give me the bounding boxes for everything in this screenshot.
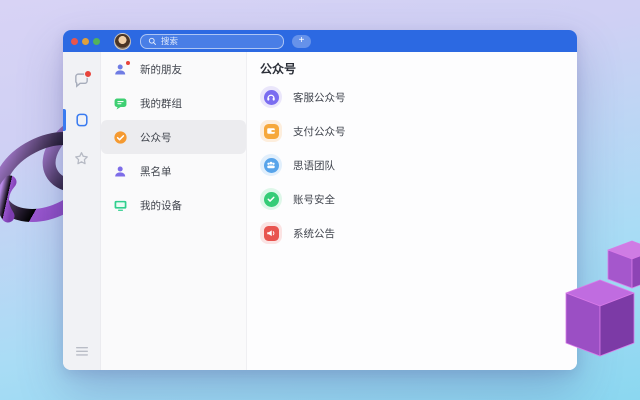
contacts-item-official-accounts[interactable]: 公众号 bbox=[101, 120, 246, 154]
contacts-item-label: 公众号 bbox=[140, 130, 172, 145]
unread-badge bbox=[84, 70, 92, 78]
contacts-book-icon bbox=[74, 112, 90, 128]
search-input[interactable]: 搜索 bbox=[140, 34, 284, 49]
account-item-label: 思语团队 bbox=[293, 158, 335, 173]
user-avatar[interactable] bbox=[114, 33, 131, 50]
devices-icon bbox=[113, 198, 128, 213]
contacts-item-new-friends[interactable]: 新的朋友 bbox=[101, 52, 246, 86]
maximize-button[interactable] bbox=[93, 38, 100, 45]
contacts-item-blacklist[interactable]: 黑名单 bbox=[101, 154, 246, 188]
account-security-icon bbox=[264, 192, 279, 207]
account-item-label: 客服公众号 bbox=[293, 90, 346, 105]
rail-item-contacts[interactable] bbox=[63, 100, 100, 139]
main-content: 公众号 客服公众号 bbox=[247, 52, 577, 370]
account-item-customer-service[interactable]: 客服公众号 bbox=[260, 80, 577, 114]
account-item-label: 支付公众号 bbox=[293, 124, 346, 139]
window-titlebar: 搜索 + bbox=[63, 30, 577, 52]
contacts-item-label: 我的设备 bbox=[140, 198, 182, 213]
team-icon bbox=[264, 158, 279, 173]
rail-item-favorites[interactable] bbox=[63, 139, 100, 178]
app-window: 搜索 + bbox=[63, 30, 577, 370]
contacts-item-label: 新的朋友 bbox=[140, 62, 182, 77]
magnifier-icon bbox=[148, 37, 157, 46]
account-item-account-security[interactable]: 账号安全 bbox=[260, 182, 577, 216]
navigation-rail bbox=[63, 52, 101, 370]
rail-item-chats[interactable] bbox=[63, 61, 100, 100]
contacts-item-groups[interactable]: 我的群组 bbox=[101, 86, 246, 120]
desktop-background: 搜索 + bbox=[0, 0, 640, 400]
hamburger-menu-icon bbox=[76, 347, 88, 356]
account-item-team[interactable]: 思语团队 bbox=[260, 148, 577, 182]
new-friends-icon bbox=[113, 62, 128, 77]
contacts-item-devices[interactable]: 我的设备 bbox=[101, 188, 246, 222]
search-placeholder: 搜索 bbox=[161, 35, 178, 48]
minimize-button[interactable] bbox=[82, 38, 89, 45]
account-item-label: 账号安全 bbox=[293, 192, 335, 207]
contacts-item-label: 黑名单 bbox=[140, 164, 172, 179]
account-item-payment[interactable]: 支付公众号 bbox=[260, 114, 577, 148]
plus-icon: + bbox=[299, 35, 305, 47]
contacts-item-label: 我的群组 bbox=[140, 96, 182, 111]
customer-service-icon bbox=[264, 90, 279, 105]
new-friends-badge bbox=[126, 61, 131, 66]
official-accounts-icon bbox=[113, 130, 128, 145]
contacts-panel: 新的朋友 我的群组 bbox=[101, 52, 247, 370]
page-title: 公众号 bbox=[260, 62, 577, 76]
star-icon bbox=[73, 150, 90, 167]
groups-icon bbox=[113, 96, 128, 111]
traffic-lights bbox=[71, 38, 100, 45]
payment-icon bbox=[264, 124, 279, 139]
account-item-system-announcement[interactable]: 系统公告 bbox=[260, 216, 577, 250]
account-item-label: 系统公告 bbox=[293, 226, 335, 241]
blacklist-icon bbox=[113, 164, 128, 179]
close-button[interactable] bbox=[71, 38, 78, 45]
add-button[interactable]: + bbox=[292, 35, 311, 48]
system-announcement-icon bbox=[264, 226, 279, 241]
rail-menu-button[interactable] bbox=[63, 347, 100, 356]
